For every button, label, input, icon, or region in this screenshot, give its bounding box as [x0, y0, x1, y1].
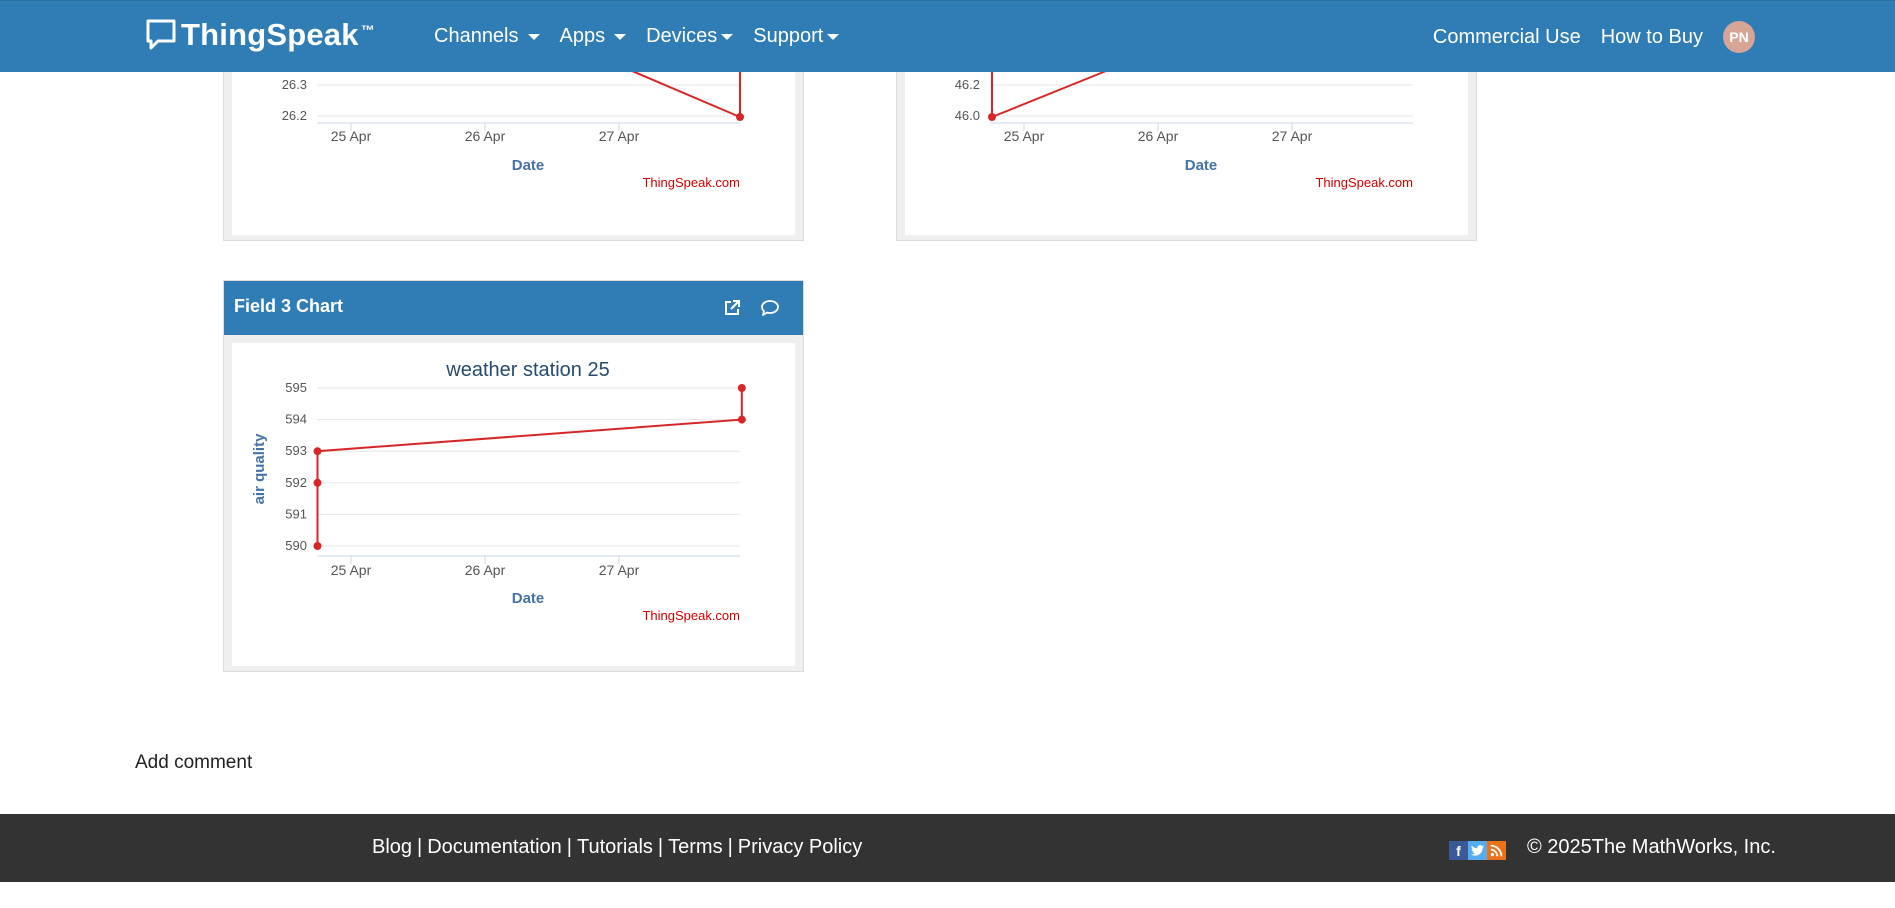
- nav-devices-label: Devices: [646, 25, 718, 47]
- social-links: f: [1449, 841, 1506, 860]
- chart-credit-link[interactable]: ThingSpeak.com: [642, 175, 740, 190]
- twitter-icon[interactable]: [1468, 841, 1487, 860]
- rss-feed-icon: [1490, 844, 1503, 857]
- footer-privacy-policy-link[interactable]: Privacy Policy: [738, 836, 862, 859]
- y-tick-label: 591: [285, 506, 307, 521]
- top-navbar: ThingSpeak ™ Channels Apps Devices Suppo…: [0, 0, 1895, 72]
- comment-icon[interactable]: [760, 298, 780, 318]
- y-tick-label: 46.2: [955, 77, 980, 92]
- data-point[interactable]: [313, 447, 322, 456]
- user-avatar[interactable]: PN: [1723, 21, 1755, 53]
- field-3-chart-panel: Field 3 Chart weather station 25 air qua…: [223, 280, 804, 672]
- nav-apps[interactable]: Apps: [560, 25, 627, 48]
- y-tick-label: 593: [285, 443, 307, 458]
- brand-trademark: ™: [360, 22, 375, 38]
- data-point[interactable]: [313, 478, 322, 487]
- footer-links: Blog | Documentation | Tutorials | Terms…: [372, 836, 862, 859]
- caret-down-icon: [614, 33, 627, 40]
- data-point[interactable]: [736, 113, 744, 121]
- panel-header: Field 3 Chart: [224, 281, 803, 335]
- how-to-buy-link[interactable]: How to Buy: [1601, 26, 1703, 49]
- x-tick-label: 26 Apr: [465, 562, 506, 578]
- chart-credit-link[interactable]: ThingSpeak.com: [642, 608, 740, 623]
- rss-icon[interactable]: [1487, 841, 1506, 860]
- brand-logo[interactable]: ThingSpeak ™: [145, 17, 375, 53]
- x-axis-title: Date: [512, 157, 545, 174]
- nav-channels-label: Channels: [434, 25, 519, 47]
- x-tick-label: 25 Apr: [331, 128, 372, 144]
- separator: |: [417, 836, 423, 858]
- field-3-chart: weather station 25 air quality 595 594 593…: [251, 359, 746, 623]
- footer-tutorials-link[interactable]: Tutorials: [577, 836, 653, 859]
- y-tick-label: 595: [285, 380, 307, 395]
- brand-name: ThingSpeak: [181, 17, 359, 52]
- nav-support[interactable]: Support: [753, 25, 840, 48]
- y-tick-label: 592: [285, 475, 307, 490]
- x-tick-label: 25 Apr: [331, 562, 372, 578]
- x-axis-title: Date: [1185, 157, 1218, 174]
- facebook-icon[interactable]: f: [1449, 841, 1468, 860]
- x-tick-label: 26 Apr: [465, 128, 506, 144]
- panel-title: Field 3 Chart: [234, 296, 344, 316]
- series-line: [991, 68, 1112, 118]
- data-point[interactable]: [737, 384, 746, 392]
- x-tick-label: 27 Apr: [599, 128, 640, 144]
- separator: |: [657, 836, 664, 858]
- y-axis-title: air quality: [251, 433, 268, 505]
- footer-terms-link[interactable]: Terms: [668, 836, 722, 859]
- nav-devices[interactable]: Devices: [646, 25, 734, 48]
- speech-bubble-icon: [146, 19, 176, 50]
- data-point[interactable]: [988, 113, 996, 121]
- y-tick-label: 594: [285, 412, 307, 427]
- data-point[interactable]: [313, 542, 322, 550]
- add-comment-link[interactable]: Add comment: [135, 752, 252, 774]
- x-tick-label: 27 Apr: [599, 562, 640, 578]
- x-tick-label: 25 Apr: [1004, 128, 1045, 144]
- separator: |: [566, 836, 572, 858]
- chart-credit-link[interactable]: ThingSpeak.com: [1315, 175, 1413, 190]
- chart-title: weather station 25: [445, 359, 609, 381]
- caret-down-icon: [827, 33, 840, 40]
- footer-blog-link[interactable]: Blog: [372, 836, 412, 859]
- y-tick-label: 26.3: [282, 77, 307, 92]
- chart-container: weather station 25 air quality 595 594 593…: [232, 343, 795, 666]
- footer-documentation-link[interactable]: Documentation: [427, 836, 562, 859]
- series-line: [316, 388, 743, 546]
- nav-channels[interactable]: Channels: [434, 25, 540, 48]
- data-point[interactable]: [737, 415, 746, 424]
- x-tick-label: 26 Apr: [1138, 128, 1179, 144]
- caret-down-icon: [721, 33, 734, 40]
- twitter-bird-icon: [1471, 845, 1484, 856]
- commercial-use-link[interactable]: Commercial Use: [1433, 26, 1581, 49]
- nav-apps-label: Apps: [559, 25, 606, 47]
- caret-down-icon: [527, 33, 540, 40]
- footer: Blog | Documentation | Tutorials | Terms…: [0, 814, 1895, 882]
- x-axis-title: Date: [512, 590, 545, 607]
- nav-support-label: Support: [753, 25, 824, 47]
- series-line: [617, 64, 741, 118]
- y-tick-label: 26.2: [282, 108, 307, 123]
- y-tick-label: 46.0: [955, 108, 980, 123]
- copyright-text: © 2025The MathWorks, Inc.: [1527, 836, 1776, 858]
- separator: |: [727, 836, 733, 858]
- x-tick-label: 27 Apr: [1272, 128, 1313, 144]
- y-tick-label: 590: [285, 538, 307, 553]
- external-link-icon[interactable]: [722, 298, 742, 318]
